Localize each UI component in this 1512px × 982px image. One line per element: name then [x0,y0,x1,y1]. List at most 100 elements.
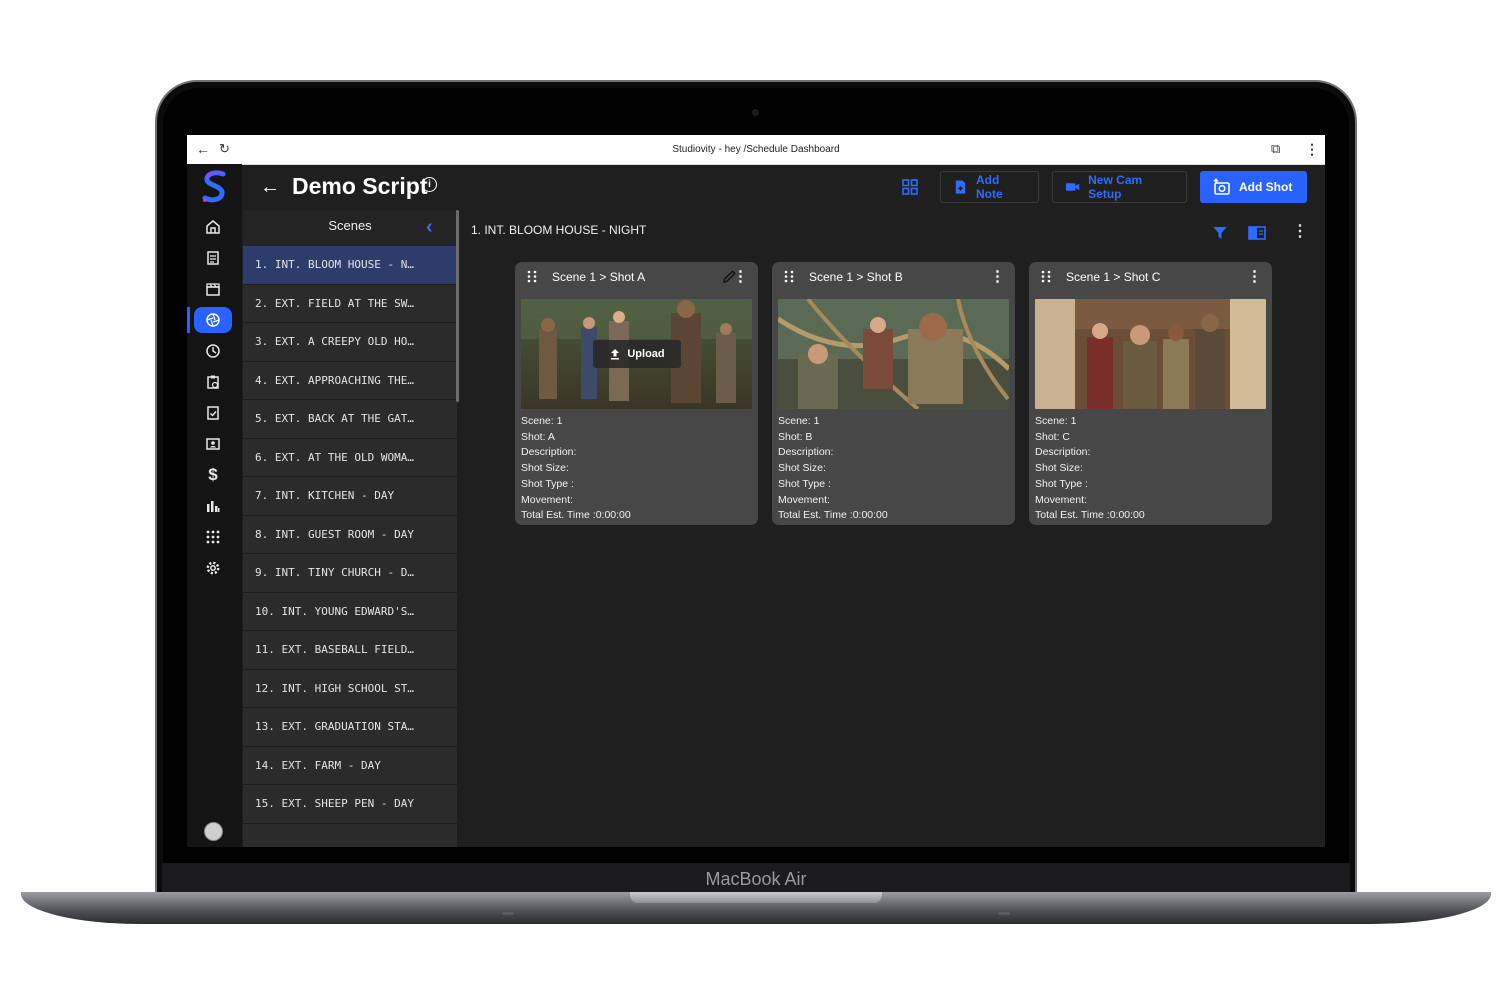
scene-list-item[interactable]: 14. EXT. FARM - DAY [243,747,457,785]
shot-id: Shot: B [778,430,813,443]
user-avatar[interactable] [204,822,223,841]
new-cam-setup-label: New Cam Setup [1088,173,1143,201]
laptop-notch [630,892,882,903]
home-icon [206,220,220,234]
drag-handle-icon[interactable] [1041,270,1051,283]
clock-icon [206,344,220,358]
shot-description: Description: [521,446,577,459]
shot-thumbnail-image [778,299,1009,409]
nav-reports[interactable] [194,493,232,519]
card-more-icon[interactable]: ⋮ [990,269,1005,284]
laptop-foot [502,912,514,915]
browser-title: Studiovity - hey /Schedule Dashboard [672,144,840,155]
scene-list: 1. INT. BLOOM HOUSE - N… 2. EXT. FIELD A… [243,246,457,824]
shot-id: Shot: A [521,430,555,443]
panel-view-icon[interactable] [1248,225,1266,241]
scenes-panel-title: Scenes [328,218,372,233]
laptop-chin: MacBook Air [162,863,1350,893]
nav-schedule[interactable] [194,338,232,364]
scene-list-item[interactable]: 8. INT. GUEST ROOM - DAY [243,516,457,554]
browser-menu-icon[interactable]: ⋮ [1305,141,1319,158]
shot-id: Shot: C [1035,430,1071,443]
add-shot-button[interactable]: Add Shot [1200,171,1307,203]
filter-icon[interactable] [1212,225,1228,241]
shot-movement: Movement: [778,493,830,506]
scene-list-item[interactable]: 11. EXT. BASEBALL FIELD… [243,631,457,670]
shot-scene: Scene: 1 [778,415,820,427]
back-arrow-icon[interactable]: ← [260,176,280,199]
add-note-label: Add Note [976,173,1003,201]
device-brand-label: MacBook Air [705,869,807,889]
shot-movement: Movement: [521,493,573,506]
scene-list-item[interactable]: 9. INT. TINY CHURCH - D… [243,554,457,593]
scene-list-item[interactable]: 12. INT. HIGH SCHOOL ST… [243,670,457,708]
nav-callsheet[interactable] [194,369,232,395]
scene-list-item[interactable]: 1. INT. BLOOM HOUSE - N… [243,246,457,285]
shot-size: Shot Size: [778,462,826,475]
left-nav: $ [187,164,242,847]
nav-script[interactable] [194,245,232,271]
shot-total-time: Total Est. Time :0:00:00 [1035,509,1145,522]
nav-shots[interactable] [194,307,232,333]
contacts-icon [206,438,220,450]
nav-contacts[interactable] [194,431,232,457]
apps-grid-icon [206,530,220,544]
more-options-icon[interactable]: ⋮ [1292,224,1308,240]
shot-card[interactable]: Scene 1 > Shot C ⋮ Scene: 1 Shot: C Desc… [1029,262,1272,525]
scene-list-item[interactable]: 5. EXT. BACK AT THE GAT… [243,400,457,439]
nav-tasks[interactable] [194,400,232,426]
collapse-panel-icon[interactable]: ‹ [426,216,433,239]
scenes-panel: Scenes ‹ 1. INT. BLOOM HOUSE - N… 2. EXT… [243,210,457,847]
scene-list-item[interactable]: 7. INT. KITCHEN - DAY [243,477,457,516]
scene-list-item[interactable]: 3. EXT. A CREEPY OLD HO… [243,323,457,362]
shot-card[interactable]: Scene 1 > Shot B ⋮ Scene: 1 Shot: B Desc… [772,262,1015,525]
shot-card-title: Scene 1 > Shot A [552,270,646,284]
page-title: Demo Script [292,173,428,199]
info-icon[interactable]: i [422,177,437,192]
shot-size: Shot Size: [1035,462,1083,475]
drag-handle-icon[interactable] [527,270,537,283]
shot-thumbnail-image: Upload [521,299,752,409]
nav-settings[interactable] [194,555,232,581]
nav-home[interactable] [194,214,232,240]
extension-icon[interactable]: ⧉ [1271,141,1280,157]
shot-description: Description: [778,446,834,459]
scene-list-item[interactable]: 13. EXT. GRADUATION STA… [243,708,457,747]
upload-button[interactable]: Upload [593,340,681,368]
upload-icon [611,349,620,360]
shot-total-time: Total Est. Time :0:00:00 [521,509,631,522]
drag-handle-icon[interactable] [784,270,794,283]
card-more-icon[interactable]: ⋮ [733,269,748,284]
shot-description: Description: [1035,446,1091,459]
clapperboard-icon [206,283,220,296]
scene-list-item[interactable]: 6. EXT. AT THE OLD WOMA… [243,439,457,477]
webcam [752,109,759,116]
aperture-icon [206,313,220,327]
scene-list-item[interactable]: 15. EXT. SHEEP PEN - DAY [243,785,457,824]
nav-budget[interactable]: $ [194,462,232,488]
add-note-button[interactable]: Add Note [940,171,1039,203]
document-icon [207,251,219,265]
shot-card-header: Scene 1 > Shot B ⋮ [772,262,1015,292]
screen: ← ↻ Studiovity - hey /Schedule Dashboard… [187,135,1325,847]
shot-card-details: Scene: 1 Shot: C Description: Shot Size:… [1035,414,1145,524]
add-shot-label: Add Shot [1239,180,1293,194]
shot-scene: Scene: 1 [1035,415,1077,427]
shot-type: Shot Type : [778,477,831,490]
scene-list-item[interactable]: 10. INT. YOUNG EDWARD'S… [243,593,457,631]
scenes-scrollbar[interactable] [456,210,459,402]
active-indicator [187,307,190,333]
nav-scenes[interactable] [194,276,232,302]
shot-thumbnail-image [778,299,1009,409]
nav-apps[interactable] [194,524,232,550]
dollar-icon: $ [208,465,218,484]
grid-view-icon[interactable] [901,178,919,196]
scene-list-item[interactable]: 4. EXT. APPROACHING THE… [243,362,457,400]
card-more-icon[interactable]: ⋮ [1247,269,1262,284]
scene-list-item[interactable]: 2. EXT. FIELD AT THE SW… [243,285,457,323]
shot-scene: Scene: 1 [521,415,563,427]
shot-size: Shot Size: [521,462,569,475]
shot-card[interactable]: Scene 1 > Shot A ⋮ Upload Scene: 1 Shot:… [515,262,758,525]
scene-heading: 1. INT. BLOOM HOUSE - NIGHT [471,223,647,237]
new-cam-setup-button[interactable]: New Cam Setup [1052,171,1187,203]
